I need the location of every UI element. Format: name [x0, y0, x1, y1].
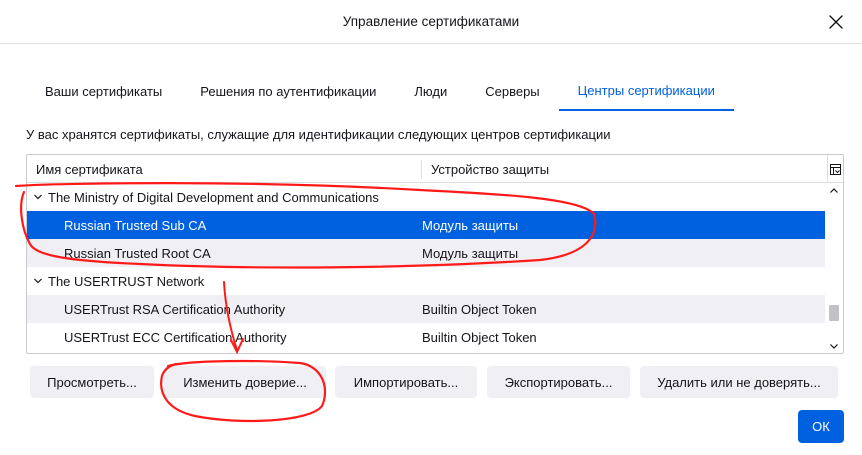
tab-label: Серверы [485, 84, 540, 99]
certificate-name: Russian Trusted Root CA [64, 245, 211, 261]
table-row[interactable]: Russian Trusted Root CA Модуль защиты [27, 239, 825, 267]
export-button[interactable]: Экспортировать... [487, 366, 630, 398]
certificate-tree[interactable]: Имя сертификата Устройство защиты The Mi… [26, 154, 844, 354]
tab-label: Центры сертификации [577, 83, 715, 98]
certificate-name: Russian Trusted Sub CA [64, 217, 207, 233]
tab-label: Решения по аутентификации [200, 84, 377, 99]
close-button[interactable] [824, 10, 848, 34]
column-header-device[interactable]: Устройство защиты [421, 160, 549, 178]
dialog-titlebar: Управление сертификатами [0, 0, 862, 44]
group-name: The USERTRUST Network [48, 273, 205, 289]
security-device: Builtin Object Token [422, 329, 537, 345]
certificate-name: USERTrust RSA Certification Authority [64, 301, 286, 317]
tab-your-certificates[interactable]: Ваши сертификаты [26, 72, 181, 111]
tab-people[interactable]: Люди [395, 72, 466, 111]
column-picker-icon [830, 163, 841, 175]
table-row[interactable]: USERTrust RSA Certification Authority Bu… [27, 295, 825, 323]
table-row[interactable]: Russian Trusted Sub CA Модуль защиты [27, 211, 825, 239]
tree-group-row[interactable]: The Ministry of Digital Development and … [27, 183, 825, 211]
view-button[interactable]: Просмотреть... [30, 366, 154, 398]
table-row[interactable]: USERTrust ECC Certification Authority Bu… [27, 323, 825, 351]
tree-header: Имя сертификата Устройство защиты [27, 155, 843, 183]
tab-bar: Ваши сертификаты Решения по аутентификац… [26, 72, 734, 111]
description-text: У вас хранятся сертификаты, служащие для… [26, 127, 611, 142]
security-device: Builtin Object Token [422, 301, 537, 317]
group-name: The Ministry of Digital Development and … [48, 189, 379, 205]
tab-servers[interactable]: Серверы [466, 72, 558, 111]
tree-rows: The Ministry of Digital Development and … [27, 183, 825, 351]
security-device: Модуль защиты [422, 217, 519, 233]
tab-label: Люди [414, 84, 448, 99]
scrollbar-thumb[interactable] [829, 305, 839, 321]
certificate-name: USERTrust ECC Certification Authority [64, 329, 287, 345]
dialog-title: Управление сертификатами [342, 14, 520, 29]
scroll-up-icon[interactable] [829, 186, 839, 196]
scroll-down-icon[interactable] [829, 341, 839, 351]
vertical-scrollbar[interactable] [825, 183, 843, 353]
tab-authorities[interactable]: Центры сертификации [558, 72, 734, 111]
edit-trust-button[interactable]: Изменить доверие... [164, 366, 326, 398]
import-button[interactable]: Импортировать... [335, 366, 477, 398]
chevron-down-icon[interactable] [33, 192, 43, 202]
tab-label: Ваши сертификаты [45, 84, 163, 99]
tree-group-row[interactable]: The USERTRUST Network [27, 267, 825, 295]
close-icon [829, 15, 843, 29]
column-picker-button[interactable] [827, 155, 843, 183]
ok-button[interactable]: ОК [798, 410, 844, 443]
tab-authentication-decisions[interactable]: Решения по аутентификации [181, 72, 395, 111]
delete-or-distrust-button[interactable]: Удалить или не доверять... [640, 366, 838, 398]
security-device: Модуль защиты [422, 245, 519, 261]
column-header-name[interactable]: Имя сертификата [36, 155, 143, 183]
chevron-down-icon[interactable] [33, 276, 43, 286]
